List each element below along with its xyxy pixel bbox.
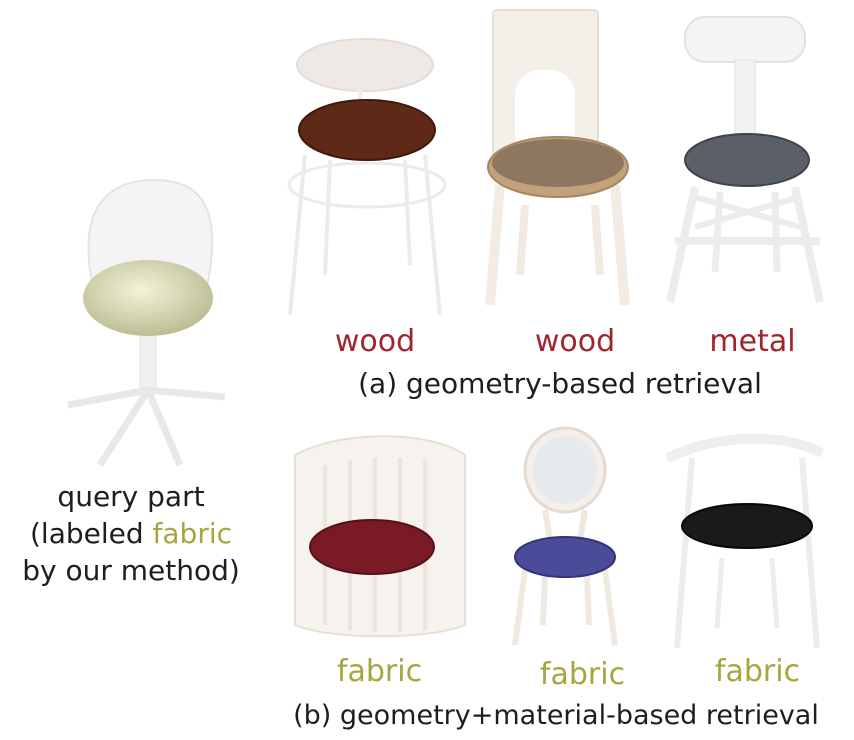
figure: wood wood metal (a) geometry-based retri…: [0, 0, 854, 740]
result-a1-label: wood: [334, 324, 416, 359]
result-b1-label: fabric: [336, 654, 423, 689]
query-caption: query part (labeled fabric by our method…: [0, 478, 262, 589]
result-b2-label: fabric: [539, 657, 626, 692]
result-a2-chair: [485, 9, 630, 306]
result-a3-label: metal: [709, 324, 796, 359]
result-b3-seat: [681, 503, 813, 549]
result-b1-seat: [309, 519, 435, 575]
query-caption-line2: (labeled fabric: [29, 517, 233, 550]
result-b3-chair: [664, 433, 825, 649]
result-b2-chair: [512, 426, 618, 646]
query-caption-line1: query part: [57, 480, 205, 513]
query-caption-line3: by our method): [22, 554, 240, 587]
query-chair: [67, 178, 226, 467]
result-b3-label: fabric: [714, 654, 801, 689]
result-a2-label: wood: [534, 324, 616, 359]
result-a3-seat: [684, 133, 810, 187]
caption-geometry-retrieval: (a) geometry-based retrieval: [358, 367, 762, 400]
result-b2-seat: [514, 536, 616, 578]
caption-geometry-material-retrieval: (b) geometry+material-based retrieval: [293, 700, 819, 731]
result-a1-seat: [298, 99, 436, 161]
query-material-label: fabric: [152, 517, 233, 550]
query-seat: [83, 260, 213, 336]
result-a1-chair: [287, 38, 447, 316]
result-b1-chair: [294, 435, 466, 638]
result-a3-chair: [666, 16, 824, 303]
